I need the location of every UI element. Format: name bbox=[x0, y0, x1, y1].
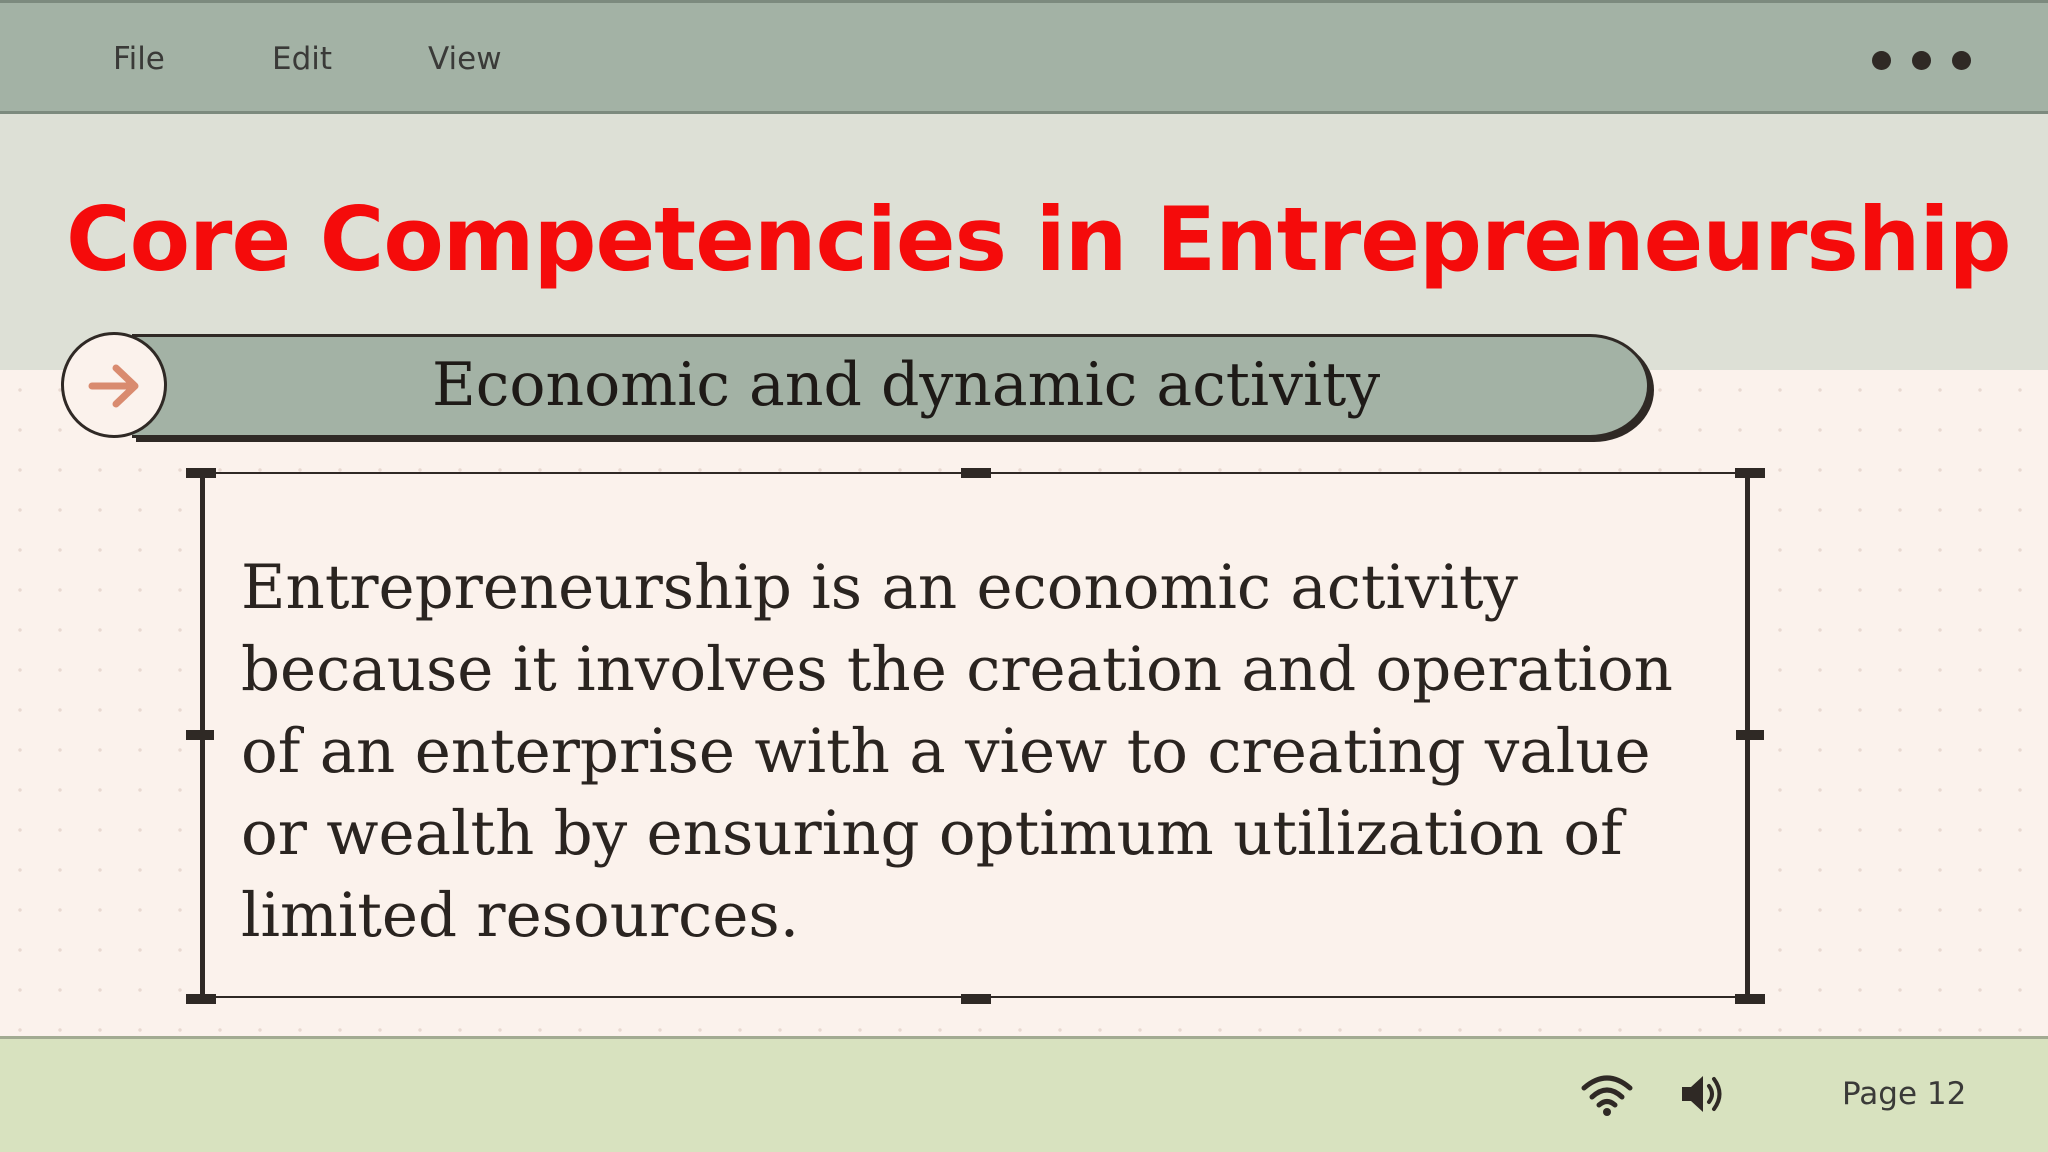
menu-view[interactable]: View bbox=[428, 41, 502, 77]
menu-file[interactable]: File bbox=[113, 41, 165, 77]
slide-title: Core Competencies in Entrepreneurship bbox=[66, 188, 2012, 291]
more-dots-icon[interactable] bbox=[1868, 49, 1978, 73]
resize-handle-bottom[interactable] bbox=[961, 994, 991, 1004]
resize-handle-top-right[interactable] bbox=[1735, 468, 1765, 478]
resize-handle-top-left[interactable] bbox=[186, 468, 216, 478]
resize-handle-right[interactable] bbox=[1736, 730, 1764, 740]
volume-icon[interactable] bbox=[1678, 1072, 1728, 1116]
slide-subtitle: Economic and dynamic activity bbox=[432, 350, 1381, 420]
resize-handle-left[interactable] bbox=[186, 730, 214, 740]
page-number: Page 12 bbox=[1842, 1076, 1967, 1112]
resize-handle-bottom-right[interactable] bbox=[1735, 994, 1765, 1004]
slide-body-text: Entrepreneurship is an economic activity… bbox=[241, 552, 1673, 951]
status-bar bbox=[0, 1036, 2048, 1152]
menu-bar: File Edit View bbox=[0, 0, 2048, 114]
resize-handle-bottom-left[interactable] bbox=[186, 994, 216, 1004]
arrow-button[interactable] bbox=[61, 332, 167, 438]
menu-edit[interactable]: Edit bbox=[272, 41, 332, 77]
wifi-icon[interactable] bbox=[1580, 1072, 1634, 1118]
resize-handle-top[interactable] bbox=[961, 468, 991, 478]
arrow-right-icon bbox=[88, 364, 139, 408]
